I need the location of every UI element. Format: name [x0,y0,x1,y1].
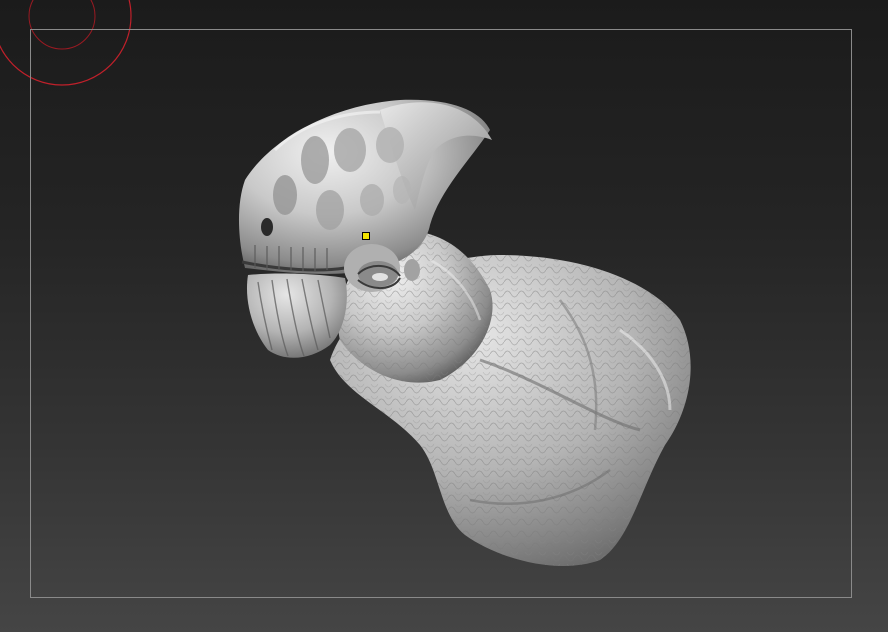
transpose-pivot-icon[interactable] [362,232,370,240]
sculpted-creature-model[interactable] [0,0,888,632]
sculpt-viewport[interactable] [0,0,888,632]
